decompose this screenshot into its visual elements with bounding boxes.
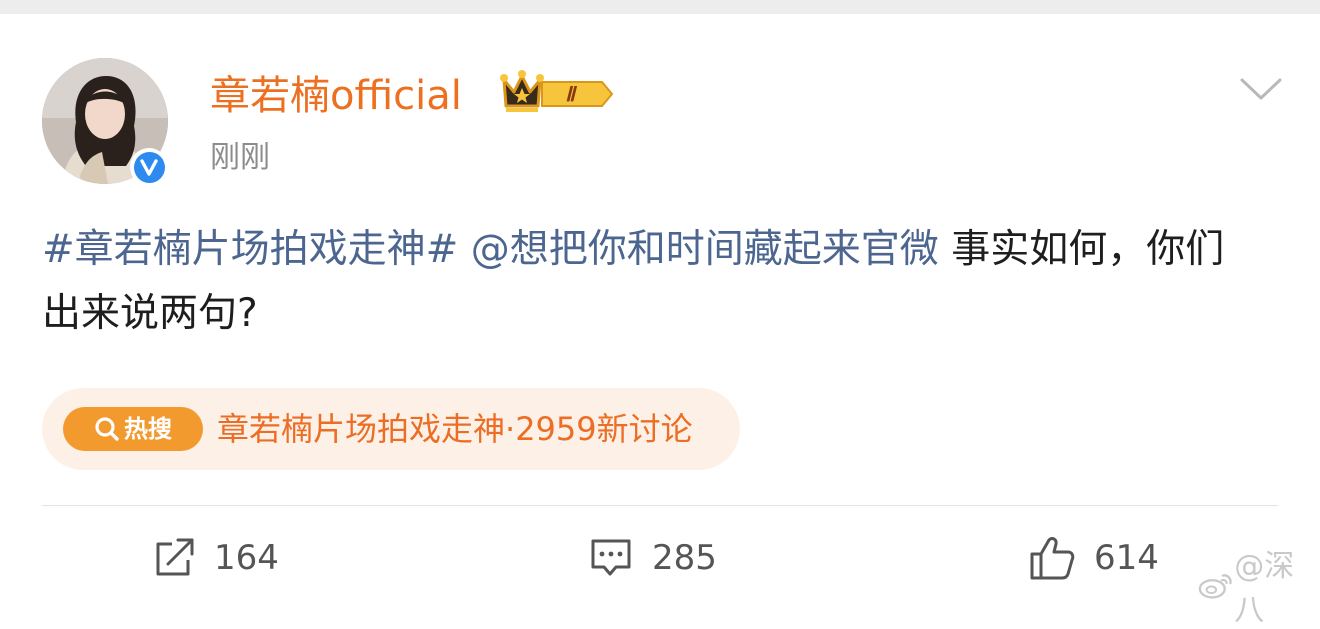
weibo-logo-icon [1198, 574, 1232, 599]
repost-count: 164 [214, 538, 279, 578]
username[interactable]: 章若楠official [210, 68, 462, 124]
hashtag-link[interactable]: #章若楠片场拍戏走神# [42, 227, 458, 272]
hot-search-stats: ·2959新讨论 [505, 410, 693, 448]
verified-icon [133, 151, 165, 183]
hot-search-topic: 章若楠片场拍戏走神 [217, 410, 506, 448]
mention-link[interactable]: @想把你和时间藏起来官微 [471, 227, 939, 272]
like-button[interactable]: 614 [1028, 532, 1159, 584]
comment-count: 285 [652, 538, 717, 578]
chevron-down-icon[interactable] [1238, 74, 1284, 104]
like-count: 614 [1094, 538, 1159, 578]
comment-icon [591, 539, 631, 576]
hot-search-pill[interactable]: 热搜 章若楠片场拍戏走神·2959新讨论 [42, 388, 740, 470]
repost-icon [156, 538, 194, 576]
post-text: #章若楠片场拍戏走神# @想把你和时间藏起来官微 事实如何，你们出来说两句? [42, 218, 1257, 346]
hot-search-badge-label: 热搜 [124, 415, 172, 443]
divider [42, 505, 1278, 506]
vip-badge[interactable]: Ⅱ [498, 70, 616, 118]
hot-search-badge: 热搜 [63, 407, 203, 451]
top-separator [0, 0, 1320, 14]
vip-crown-icon: Ⅱ [500, 70, 614, 112]
watermark-text: @深八 [1234, 549, 1295, 628]
hot-search-text: 章若楠片场拍戏走神·2959新讨论 [217, 407, 693, 451]
post-timestamp: 刚刚 [210, 140, 270, 175]
comment-button[interactable]: 285 [588, 532, 717, 584]
repost-button[interactable]: 164 [152, 532, 279, 584]
search-icon [95, 417, 119, 441]
like-icon [1030, 537, 1075, 580]
watermark: @深八 [1198, 549, 1320, 628]
verified-badge [130, 148, 168, 186]
